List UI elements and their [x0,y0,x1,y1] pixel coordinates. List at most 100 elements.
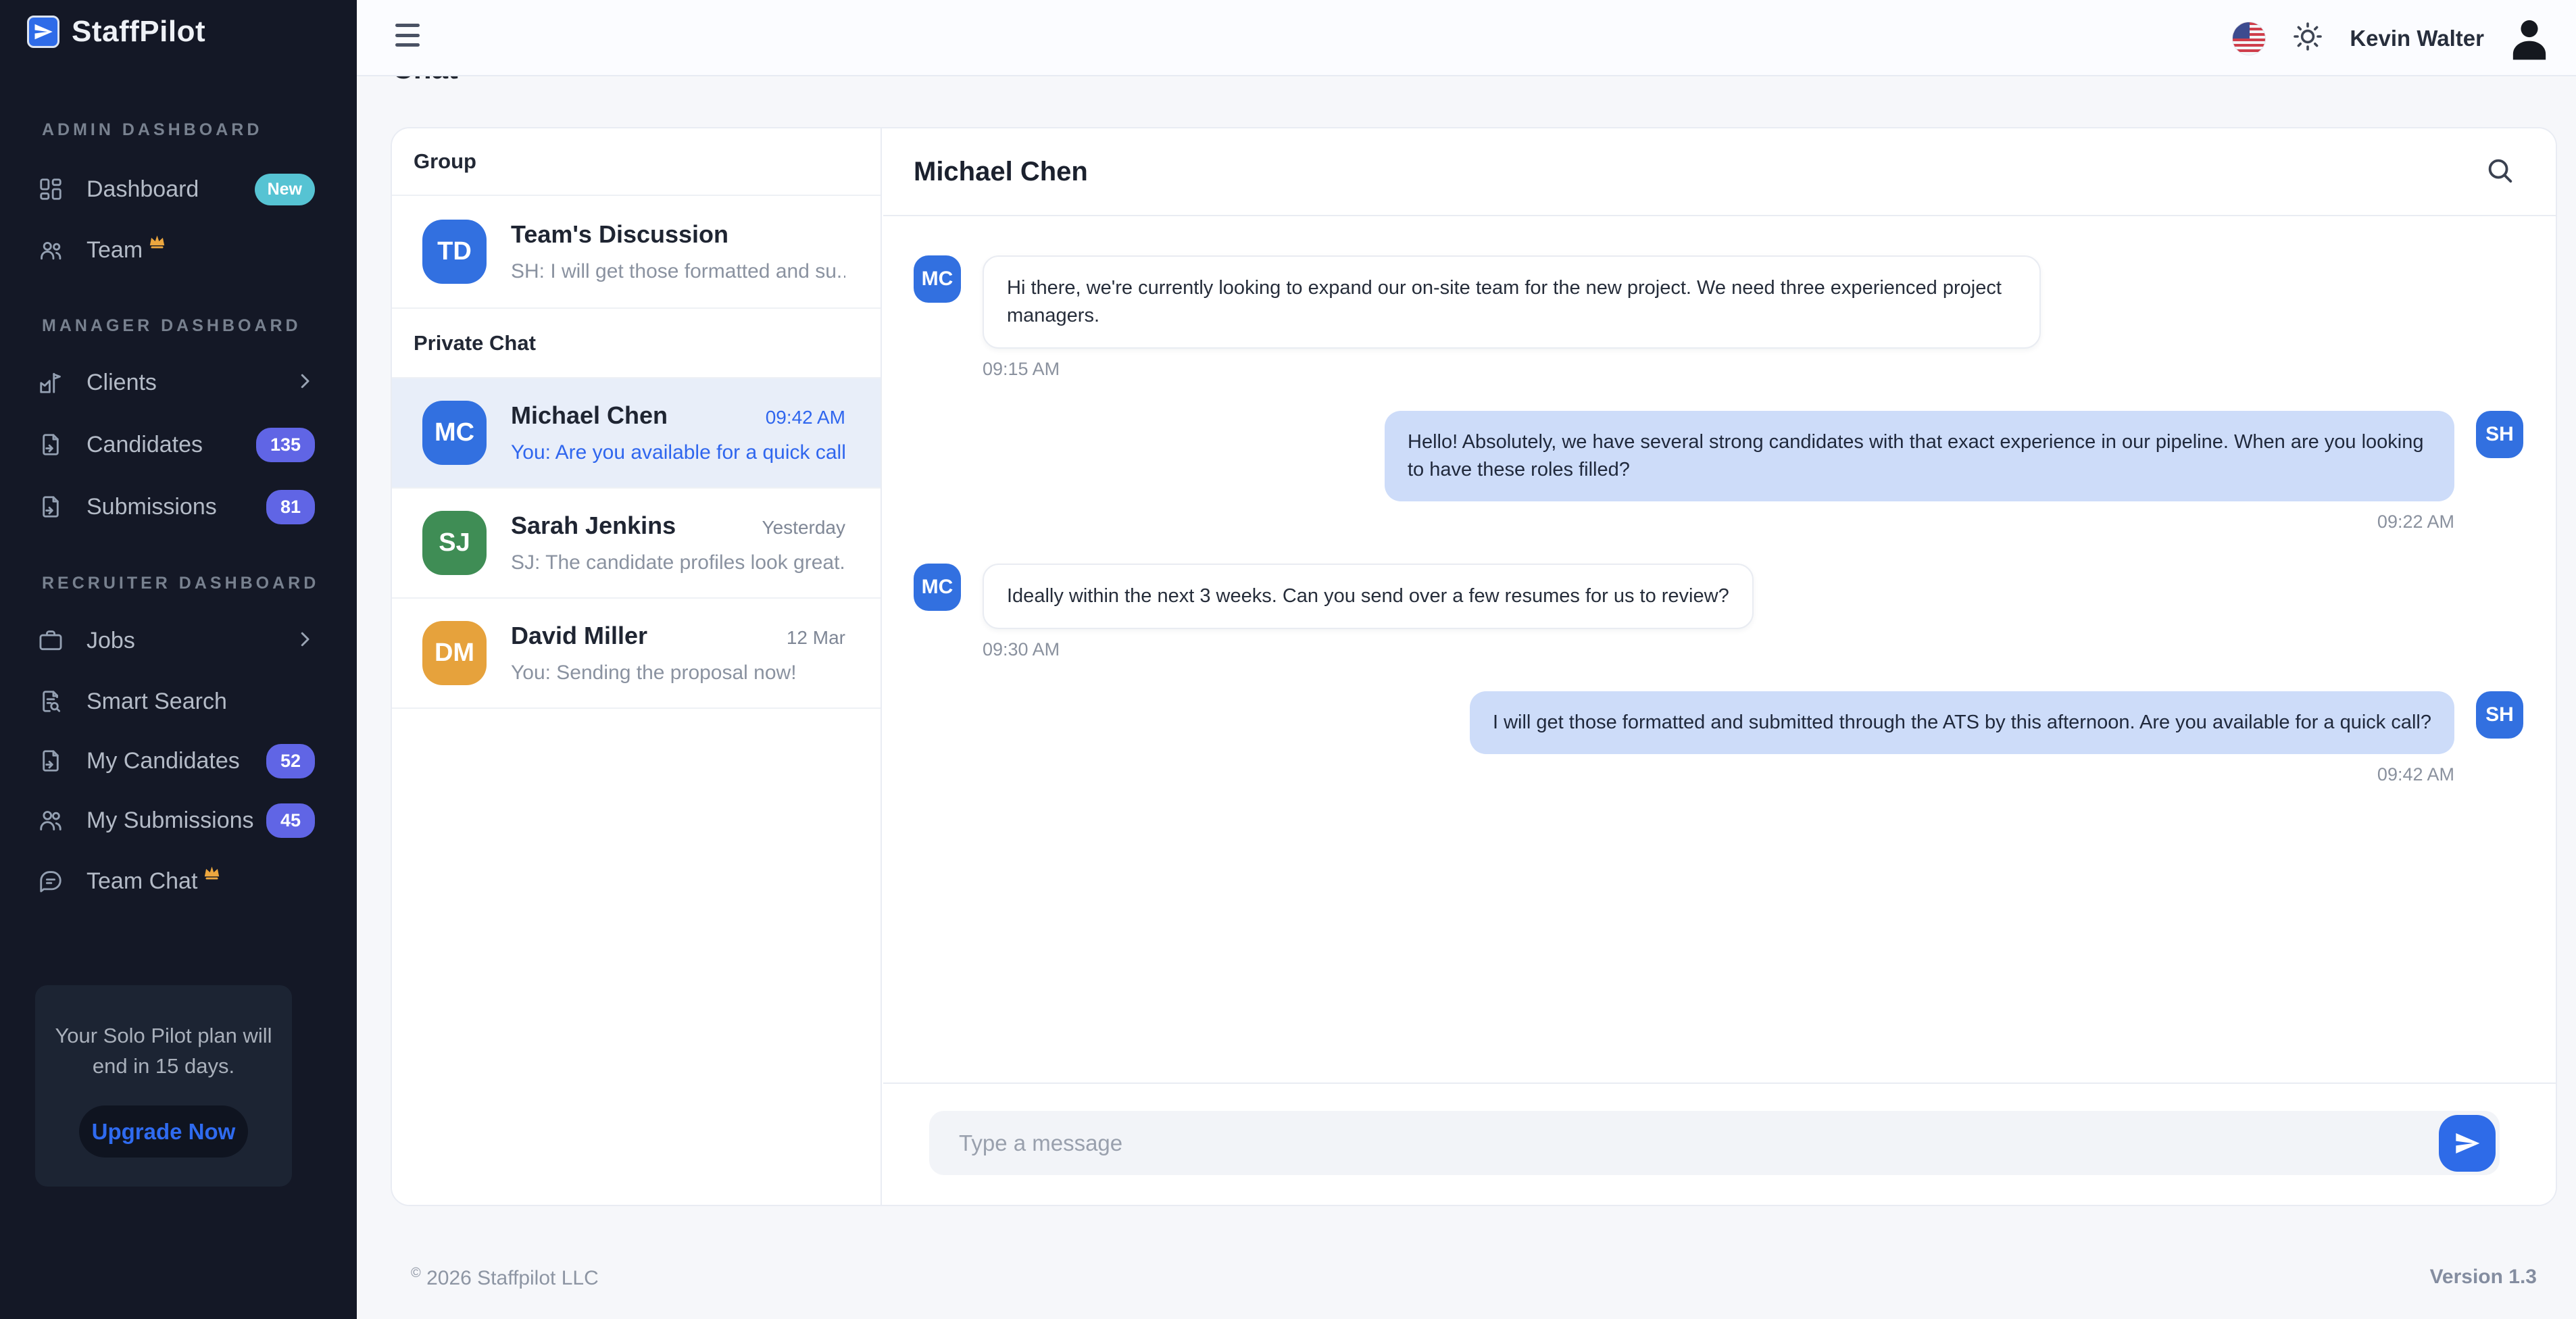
page-title: Chat [392,76,458,84]
sidebar-item-label: Smart Search [86,689,227,715]
file-export-icon [38,494,64,520]
new-badge: New [255,174,315,205]
count-badge: 52 [266,744,315,778]
chevron-right-icon [295,629,315,653]
sidebar-item-smart-search[interactable]: Smart Search [0,671,357,732]
list-item-david-miller[interactable]: DM David Miller 12 Mar You: Sending the … [392,599,881,709]
composer [883,1082,2556,1205]
sidebar-item-label: Dashboard [86,176,199,203]
brand[interactable]: StaffPilot [27,15,205,49]
sidebar: StaffPilot ADMIN DASHBOARD Dashboard New… [0,0,357,1319]
sidebar-item-clients[interactable]: Clients [0,352,357,413]
message-list[interactable]: MC Hi there, we're currently looking to … [883,216,2556,1082]
sidebar-item-label: My Candidates [86,748,240,774]
plan-expiry-card: Your Solo Pilot plan will end in 15 days… [35,985,292,1187]
sidebar-item-label: My Submissions [86,807,254,834]
people-icon [38,807,64,833]
list-item-michael-chen[interactable]: MC Michael Chen 09:42 AM You: Are you av… [392,378,881,489]
document-search-icon [38,689,64,714]
conversation-preview: You: Sending the proposal now! [511,662,845,685]
chevron-right-icon [295,371,315,395]
chat-title: Michael Chen [914,157,2484,187]
clients-chart-icon [38,370,64,395]
sidebar-item-label: Clients [86,370,157,396]
language-flag-icon[interactable] [2232,22,2266,55]
message-time: 09:22 AM [2377,512,2454,532]
conversation-preview: You: Are you available for a quick call? [511,441,845,464]
file-export-icon [38,432,64,457]
sidebar-item-dashboard[interactable]: Dashboard New [0,159,357,220]
sidebar-item-label: Jobs [86,628,135,654]
conversation-name: Michael Chen [511,401,755,430]
sidebar-item-my-candidates[interactable]: My Candidates 52 [0,730,357,791]
dashboard-grid-icon [38,176,64,202]
crown-icon [148,232,166,254]
conversation-time: 12 Mar [787,627,845,649]
crown-icon [203,864,221,885]
footer-copyright: © 2026 Staffpilot LLC [411,1266,599,1290]
message-time: 09:15 AM [983,359,2041,380]
conversation-name: Sarah Jenkins [511,512,751,540]
conversation-list: Group TD Team's Discussion SH: I will ge… [392,128,882,1205]
list-item-sarah-jenkins[interactable]: SJ Sarah Jenkins Yesterday SJ: The candi… [392,489,881,599]
sidebar-item-label: Team [86,237,143,264]
avatar: SH [2476,691,2523,739]
file-export-icon [38,748,64,774]
topbar: Kevin Walter [357,0,2576,76]
briefcase-icon [38,628,64,653]
hamburger-menu-icon[interactable] [395,22,421,48]
conversation-time: 09:42 AM [766,407,845,428]
avatar: MC [422,401,487,465]
section-label-admin: ADMIN DASHBOARD [42,120,262,140]
sidebar-item-my-submissions[interactable]: My Submissions 45 [0,790,357,851]
message-time: 09:30 AM [983,639,1754,660]
conversation-name: David Miller [511,622,776,650]
group-section-header: Group [392,128,881,196]
message-time: 09:42 AM [2377,764,2454,785]
plan-expiry-message: Your Solo Pilot plan will end in 15 days… [51,1020,276,1081]
conversation-preview: SJ: The candidate profiles look great... [511,551,845,574]
sidebar-item-jobs[interactable]: Jobs [0,610,357,671]
message-bubble: Hello! Absolutely, we have several stron… [1385,411,2454,501]
message-bubble: I will get those formatted and submitted… [1470,691,2454,754]
send-icon [2454,1130,2481,1157]
sidebar-item-team-chat[interactable]: Team Chat [0,851,357,912]
team-users-icon [38,237,64,263]
sidebar-item-team[interactable]: Team [0,220,357,280]
count-badge: 81 [266,490,315,524]
user-avatar-icon[interactable] [2510,17,2549,60]
count-badge: 135 [256,428,315,462]
sidebar-item-submissions[interactable]: Submissions 81 [0,476,357,537]
app-root: StaffPilot ADMIN DASHBOARD Dashboard New… [0,0,2576,1319]
upgrade-now-button[interactable]: Upgrade Now [79,1105,248,1158]
section-label-manager: MANAGER DASHBOARD [42,316,301,336]
chat-card: Group TD Team's Discussion SH: I will ge… [391,127,2557,1206]
theme-toggle-sun-icon[interactable] [2292,20,2324,56]
conversation-time: Yesterday [762,517,846,539]
conversation-name: Team's Discussion [511,220,845,249]
avatar: TD [422,220,487,284]
avatar: DM [422,621,487,685]
message-incoming: MC Hi there, we're currently looking to … [914,255,2523,380]
search-icon[interactable] [2484,155,2515,189]
conversation-preview: SH: I will get those formatted and su... [511,260,845,283]
avatar: MC [914,564,961,611]
chat-bubble-icon [38,868,64,894]
section-label-recruiter: RECRUITER DASHBOARD [42,574,319,593]
avatar: SJ [422,511,487,575]
send-button[interactable] [2439,1115,2496,1172]
count-badge: 45 [266,803,315,838]
message-outgoing: SH I will get those formatted and submit… [914,691,2523,785]
staffpilot-logo-icon [27,16,59,48]
user-name: Kevin Walter [2350,26,2484,51]
avatar: MC [914,255,961,303]
message-input[interactable] [959,1130,2439,1156]
message-bubble: Hi there, we're currently looking to exp… [983,255,2041,349]
message-incoming: MC Ideally within the next 3 weeks. Can … [914,564,2523,660]
sidebar-item-candidates[interactable]: Candidates 135 [0,414,357,475]
content-area: Chat Group TD Team's Discussion SH: I wi… [357,76,2576,1319]
list-item-teams-discussion[interactable]: TD Team's Discussion SH: I will get thos… [392,196,881,309]
chat-header: Michael Chen [883,128,2556,216]
avatar: SH [2476,411,2523,458]
sidebar-item-label: Submissions [86,494,217,520]
